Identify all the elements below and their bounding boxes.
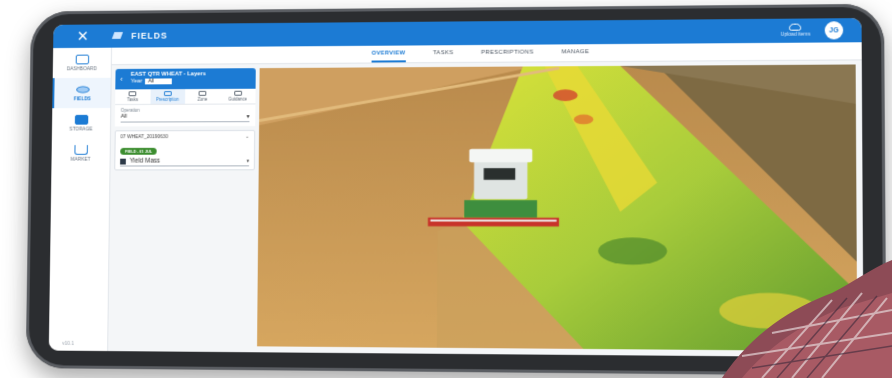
operation-filter: Operation All ▾	[114, 104, 256, 127]
cart-icon	[73, 144, 88, 155]
tool-label: Zone	[197, 96, 208, 102]
layer-swatch-icon	[120, 158, 126, 165]
tool-guidance[interactable]: Guidance	[220, 89, 255, 104]
sidebar-item-label: DASHBOARD	[66, 65, 97, 72]
sidebar-item-label: STORAGE	[69, 126, 93, 132]
layer-tool-row: Tasks Prescription Zone Guidance	[115, 88, 256, 106]
sidebar: DASHBOARD FIELDS STORAGE MARKET v10.1	[48, 47, 113, 352]
chevron-down-icon: ▾	[246, 157, 250, 164]
year-select[interactable]: All	[145, 78, 172, 85]
tasks-icon	[128, 91, 137, 97]
tab-tasks[interactable]: TASKS	[433, 45, 454, 62]
operation-select[interactable]: All ▾	[120, 112, 250, 123]
tool-zone[interactable]: Zone	[185, 89, 220, 104]
tool-prescription[interactable]: Prescription	[150, 89, 186, 104]
layer-name: 07 WHEAT_20190630	[120, 134, 169, 141]
operation-value: All	[120, 113, 128, 120]
tool-label: Prescription	[156, 96, 179, 102]
layer-date-badge: FIELD - 01 JUL	[120, 147, 157, 155]
prescription-icon	[163, 91, 172, 97]
sidebar-item-fields[interactable]: FIELDS	[52, 77, 111, 109]
user-hand-image	[722, 260, 892, 378]
close-icon[interactable]: ✕	[53, 27, 112, 45]
brand-name: FIELDS	[131, 30, 168, 41]
fields-icon	[75, 85, 90, 93]
sidebar-item-market[interactable]: MARKET	[51, 138, 109, 168]
tab-prescriptions[interactable]: PRESCRIPTIONS	[481, 45, 534, 62]
sidebar-item-dashboard[interactable]: DASHBOARD	[53, 48, 111, 78]
layers-panel-header: ‹ EAST QTR WHEAT - Layers Year All	[115, 68, 256, 90]
layer-card[interactable]: 07 WHEAT_20190630 ⌄ FIELD - 01 JUL Yield…	[114, 129, 256, 171]
tool-label: Guidance	[228, 96, 248, 102]
avatar[interactable]: JG	[824, 21, 844, 40]
tool-tasks[interactable]: Tasks	[115, 89, 150, 104]
panel-title: EAST QTR WHEAT - Layers	[130, 71, 206, 78]
brand: FIELDS	[112, 30, 168, 41]
sidebar-item-label: FIELDS	[73, 95, 91, 102]
sidebar-item-storage[interactable]: STORAGE	[52, 108, 110, 138]
app-version: v10.1	[62, 340, 74, 347]
sidebar-item-label: MARKET	[70, 156, 91, 163]
cloud-upload-icon	[789, 23, 802, 31]
zone-icon	[198, 90, 207, 96]
fields-logo-icon	[112, 31, 125, 41]
layer-type-value: Yield Mass	[129, 157, 160, 165]
tab-manage[interactable]: MANAGE	[561, 44, 589, 61]
layer-type-select[interactable]: Yield Mass ▾	[120, 157, 250, 167]
year-label: Year	[130, 78, 143, 85]
back-chevron-icon[interactable]: ‹	[120, 75, 123, 84]
tool-label: Tasks	[127, 97, 139, 103]
layers-panel: ‹ EAST QTR WHEAT - Layers Year All Tasks…	[112, 68, 256, 344]
upload-label: Upload items	[780, 31, 811, 38]
chevron-down-icon: ▾	[246, 114, 250, 121]
tab-overview[interactable]: OVERVIEW	[371, 45, 406, 63]
upload-items-button[interactable]: Upload items	[780, 23, 811, 38]
chevron-down-icon[interactable]: ⌄	[245, 134, 249, 140]
monitor-icon	[75, 54, 89, 64]
guidance-icon	[233, 90, 242, 96]
storage-icon	[74, 114, 88, 125]
